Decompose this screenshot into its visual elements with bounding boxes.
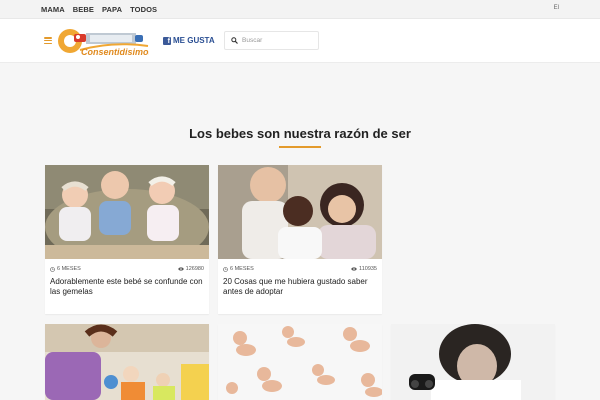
- facebook-like-label: ME GUSTA: [173, 36, 215, 45]
- article-card[interactable]: 6 MESES 110935 20 Cosas que me hubiera g…: [218, 165, 382, 314]
- facebook-icon: f: [163, 36, 171, 45]
- article-title[interactable]: 20 Cosas que me hubiera gustado saber an…: [223, 277, 376, 297]
- facebook-like-button[interactable]: f ME GUSTA: [163, 36, 215, 45]
- article-views: 126980: [177, 266, 204, 272]
- article-image[interactable]: [218, 165, 382, 259]
- site-header: Consentidisimos f ME GUSTA: [0, 19, 600, 63]
- nav-link-todos[interactable]: TODOS: [130, 5, 157, 14]
- article-card[interactable]: [391, 324, 555, 400]
- clock-icon: [50, 266, 55, 272]
- eye-icon: [177, 267, 184, 271]
- article-views: 110935: [351, 266, 377, 272]
- article-image[interactable]: [45, 324, 209, 400]
- article-card[interactable]: [218, 324, 382, 400]
- language-switch[interactable]: El: [554, 5, 559, 11]
- search-input[interactable]: [242, 37, 317, 44]
- title-underline: [279, 146, 321, 148]
- top-nav: MAMA BEBE PAPA TODOS: [41, 5, 157, 14]
- article-card[interactable]: 6 MESES 126980 Adorablemente este bebé s…: [45, 165, 209, 314]
- nav-link-bebe[interactable]: BEBE: [73, 5, 94, 14]
- menu-icon[interactable]: [44, 37, 52, 44]
- section-title: Los bebes son nuestra razón de ser: [189, 126, 411, 141]
- nav-link-mama[interactable]: MAMA: [41, 5, 65, 14]
- article-meta: 6 MESES 126980: [50, 266, 204, 272]
- clock-icon: [223, 266, 228, 272]
- top-bar: MAMA BEBE PAPA TODOS El: [0, 0, 600, 19]
- nav-link-papa[interactable]: PAPA: [102, 5, 122, 14]
- article-age: 6 MESES: [50, 266, 81, 272]
- article-age: 6 MESES: [223, 266, 254, 272]
- article-image[interactable]: [218, 324, 382, 400]
- search-icon[interactable]: [231, 37, 238, 44]
- article-meta: 6 MESES 110935: [223, 266, 377, 272]
- eye-icon: [351, 267, 357, 271]
- article-card[interactable]: [45, 324, 209, 400]
- article-title[interactable]: Adorablemente este bebé se confunde con …: [50, 277, 203, 297]
- search-box: [224, 31, 319, 50]
- article-image[interactable]: [391, 324, 555, 400]
- site-logo[interactable]: Consentidisimos: [57, 25, 149, 58]
- logo-wordmark: Consentidisimos: [81, 47, 149, 57]
- article-image[interactable]: [45, 165, 209, 259]
